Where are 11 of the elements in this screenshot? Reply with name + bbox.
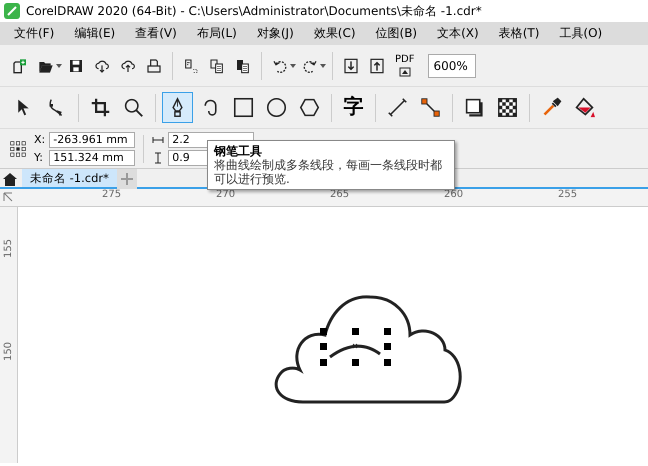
ruler-label: 150 [3, 342, 14, 362]
window-title: CorelDRAW 2020 (64-Bit) - C:\Users\Administrator\Documents\未命名 -1.cdr* [26, 2, 482, 20]
tooltip-description: 将曲线绘制成多条线段，每画一条线段时都可以进行预览. [214, 158, 443, 186]
x-label: X: [34, 133, 46, 146]
ruler-label: 265 [330, 189, 348, 202]
ruler-label: 255 [558, 189, 576, 202]
y-label: Y: [34, 151, 44, 164]
ruler-label: 155 [3, 238, 14, 258]
ruler-label: 270 [216, 189, 234, 202]
ruler-label: 260 [444, 189, 462, 202]
ruler-label: 275 [102, 189, 120, 202]
